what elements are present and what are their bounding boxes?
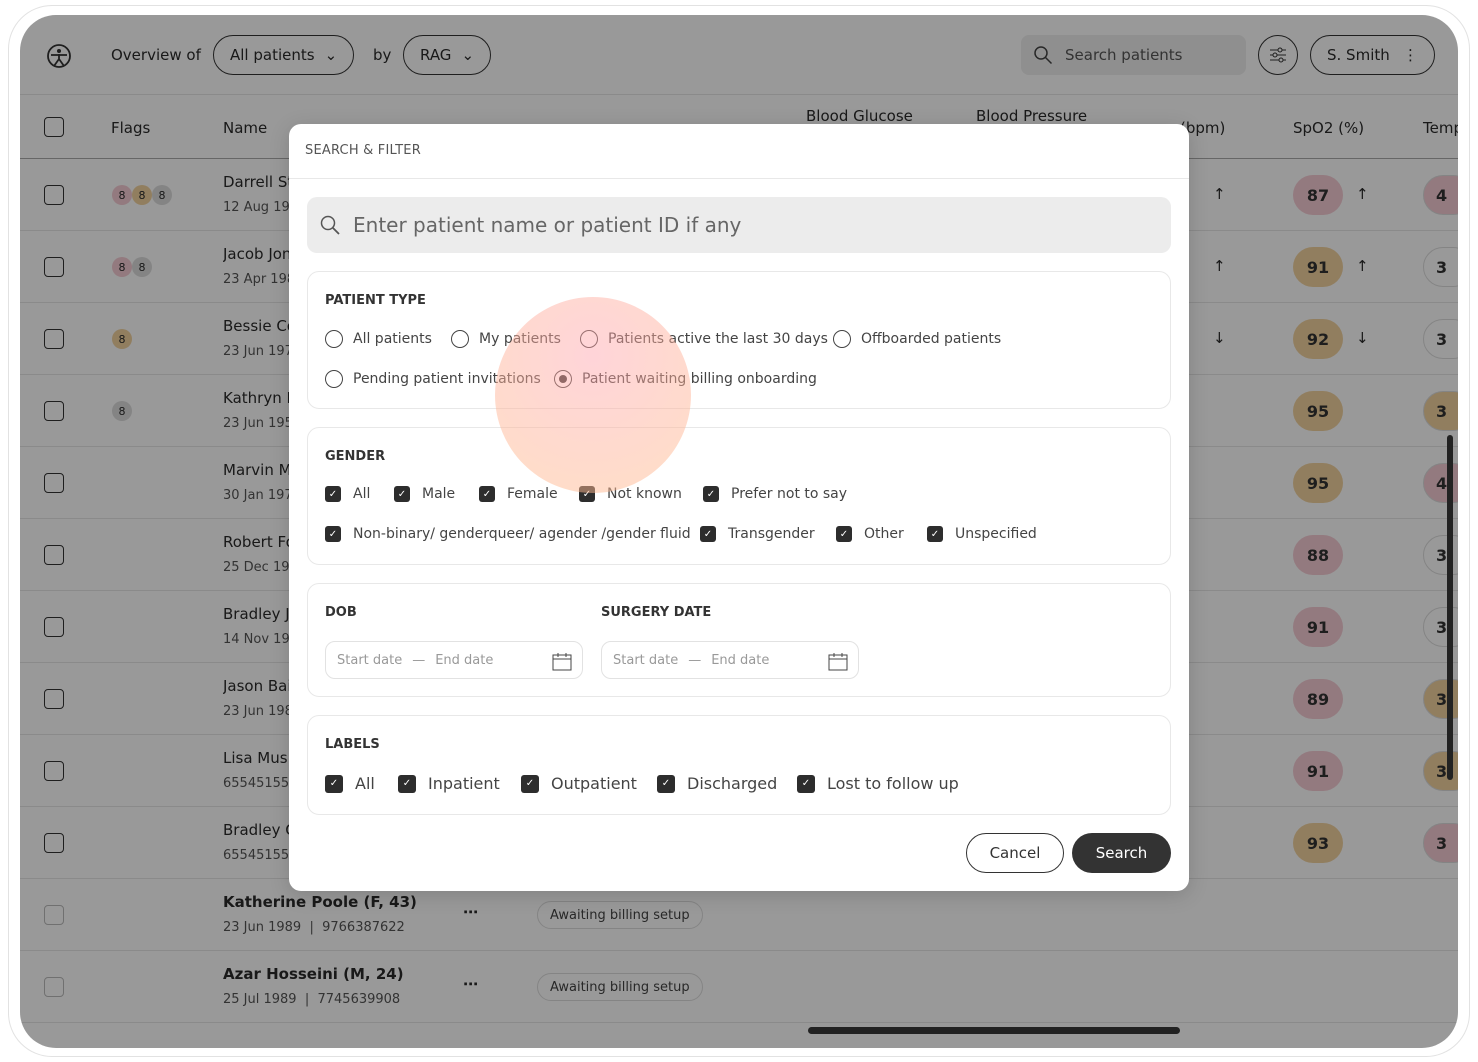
range-separator: — <box>688 652 702 668</box>
option-label: Patients active the last 30 days <box>608 331 828 347</box>
option-label: All patients <box>353 331 432 347</box>
option-label: Other <box>864 526 904 542</box>
option-label: My patients <box>479 331 561 347</box>
modal-title: SEARCH & FILTER <box>305 143 421 158</box>
patient-type-radio[interactable]: Offboarded patients <box>833 330 1001 348</box>
option-label: Female <box>507 486 558 502</box>
calendar-icon <box>828 653 848 671</box>
search-icon <box>320 215 340 235</box>
radio-icon <box>833 330 851 348</box>
option-label: Offboarded patients <box>861 331 1002 347</box>
gender-checkbox[interactable]: ✓ Male <box>394 486 455 502</box>
option-label: Outpatient <box>551 774 637 793</box>
gender-checkbox[interactable]: ✓ Prefer not to say <box>703 486 847 502</box>
check-icon: ✓ <box>657 774 675 793</box>
start-date: Start date <box>337 652 403 668</box>
patient-type-radio[interactable]: All patients <box>325 330 432 348</box>
section-title: GENDER <box>325 449 386 464</box>
option-label: Prefer not to say <box>731 486 848 502</box>
vertical-scrollbar[interactable] <box>1447 435 1453 780</box>
label-checkbox[interactable]: ✓ All <box>325 774 375 793</box>
labels-section: LABELS ✓ All ✓ Inpatient ✓ Outpatient ✓ Dischar… <box>307 715 1171 815</box>
option-label: Unspecified <box>955 526 1037 542</box>
patient-type-radio[interactable]: Patient waiting billing onboarding <box>554 370 817 388</box>
section-title: PATIENT TYPE <box>325 293 426 308</box>
start-date: Start date <box>613 652 679 668</box>
label-checkbox[interactable]: ✓ Outpatient <box>521 774 637 793</box>
check-icon: ✓ <box>700 526 716 542</box>
end-date: End date <box>435 652 494 668</box>
gender-checkbox[interactable]: ✓ Not known <box>579 486 682 502</box>
dob-title: DOB <box>325 605 357 620</box>
gender-checkbox[interactable]: ✓ Non-binary/ genderqueer/ agender /gende… <box>325 526 691 542</box>
patient-type-section: PATIENT TYPE All patients My patients Pati… <box>307 271 1171 409</box>
check-icon: ✓ <box>394 486 410 502</box>
gender-checkbox[interactable]: ✓ Unspecified <box>927 526 1037 542</box>
option-label: Lost to follow up <box>827 774 959 793</box>
check-icon: ✓ <box>703 486 719 502</box>
search-placeholder: Enter patient name or patient ID if any <box>353 213 742 237</box>
check-icon: ✓ <box>325 774 343 793</box>
check-icon: ✓ <box>797 774 815 793</box>
radio-icon <box>325 330 343 348</box>
divider <box>289 178 1189 179</box>
check-icon: ✓ <box>836 526 852 542</box>
search-filter-modal: SEARCH & FILTER Enter patient name or pa… <box>289 124 1189 891</box>
option-label: Pending patient invitations <box>353 371 541 387</box>
surgery-date-range-picker[interactable]: Start date — End date <box>601 641 859 679</box>
option-label: Inpatient <box>428 774 500 793</box>
range-separator: — <box>412 652 426 668</box>
check-icon: ✓ <box>579 486 595 502</box>
horizontal-scrollbar[interactable] <box>808 1027 1180 1034</box>
date-section: DOB SURGERY DATE Start date — End date Sta… <box>307 583 1171 697</box>
option-label: Male <box>422 486 456 502</box>
cancel-button[interactable]: Cancel <box>966 833 1064 873</box>
check-icon: ✓ <box>325 526 341 542</box>
radio-icon <box>580 330 598 348</box>
gender-checkbox[interactable]: ✓ Female <box>479 486 558 502</box>
label-checkbox[interactable]: ✓ Lost to follow up <box>797 774 959 793</box>
option-label: Transgender <box>728 526 815 542</box>
radio-icon <box>325 370 343 388</box>
patient-type-radio[interactable]: Pending patient invitations <box>325 370 541 388</box>
option-label: Patient waiting billing onboarding <box>582 371 817 387</box>
check-icon: ✓ <box>479 486 495 502</box>
calendar-icon <box>552 653 572 671</box>
radio-icon <box>554 370 572 388</box>
gender-checkbox[interactable]: ✓ Transgender <box>700 526 815 542</box>
label-checkbox[interactable]: ✓ Discharged <box>657 774 777 793</box>
search-button[interactable]: Search <box>1072 833 1171 873</box>
label-checkbox[interactable]: ✓ Inpatient <box>398 774 500 793</box>
patient-search-input[interactable]: Enter patient name or patient ID if any <box>307 197 1171 253</box>
option-label: All <box>355 774 375 793</box>
check-icon: ✓ <box>398 774 416 793</box>
check-icon: ✓ <box>325 486 341 502</box>
surgery-date-title: SURGERY DATE <box>601 605 712 620</box>
patient-type-radio[interactable]: Patients active the last 30 days <box>580 330 828 348</box>
option-label: All <box>353 486 371 502</box>
gender-checkbox[interactable]: ✓ All <box>325 486 370 502</box>
patient-type-radio[interactable]: My patients <box>451 330 561 348</box>
check-icon: ✓ <box>927 526 943 542</box>
check-icon: ✓ <box>521 774 539 793</box>
gender-section: GENDER ✓ All ✓ Male ✓ Female ✓ Not known ✓ Prefer… <box>307 427 1171 565</box>
option-label: Non-binary/ genderqueer/ agender /gender… <box>353 526 691 542</box>
option-label: Not known <box>607 486 682 502</box>
end-date: End date <box>711 652 770 668</box>
section-title: LABELS <box>325 737 380 752</box>
radio-icon <box>451 330 469 348</box>
gender-checkbox[interactable]: ✓ Other <box>836 526 904 542</box>
option-label: Discharged <box>687 774 778 793</box>
dob-range-picker[interactable]: Start date — End date <box>325 641 583 679</box>
